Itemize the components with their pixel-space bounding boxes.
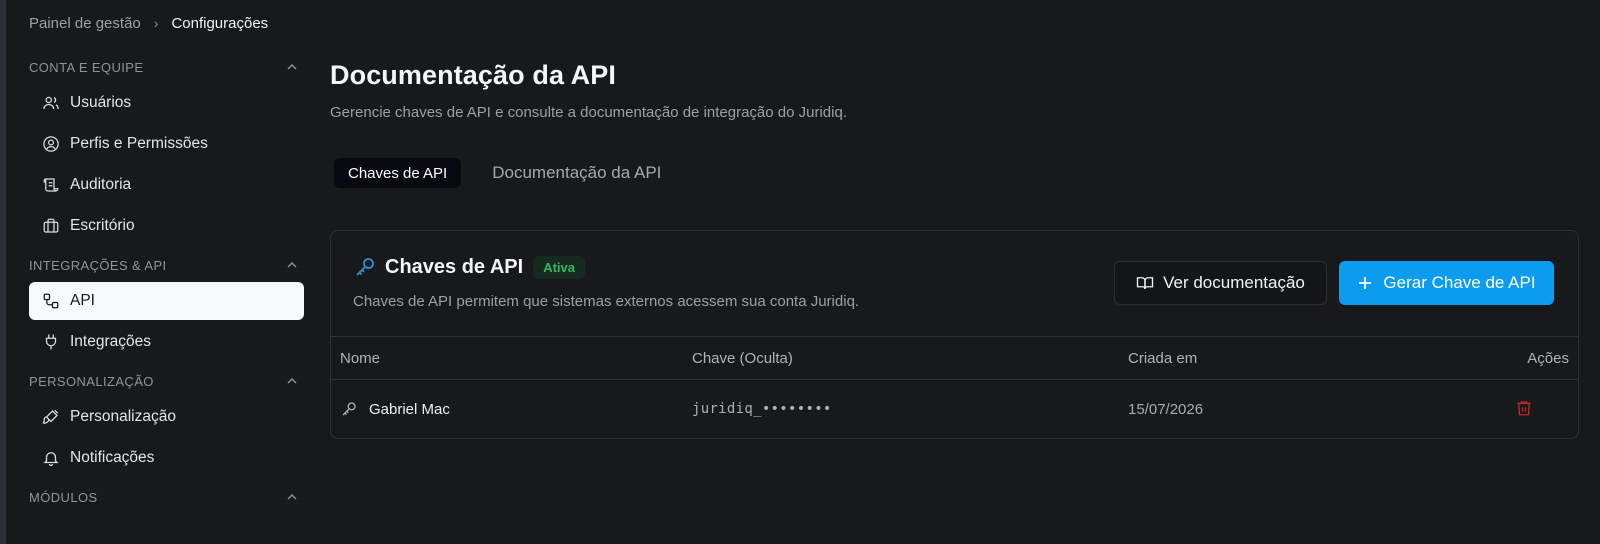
card-description: Chaves de API permitem que sistemas exte…: [353, 293, 860, 310]
sidebar-item-api[interactable]: API: [29, 282, 304, 320]
main-content: Documentação da API Gerencie chaves de A…: [330, 60, 1580, 439]
section-integracoes-api[interactable]: INTEGRAÇÕES & API: [29, 248, 304, 282]
sidebar-item-usuarios[interactable]: Usuários: [29, 84, 304, 122]
column-header-actions: Ações: [1527, 350, 1569, 367]
sidebar-item-perfis-e-permissoes[interactable]: Perfis e Permissões: [29, 125, 304, 163]
trash-icon: [1517, 401, 1531, 416]
sidebar-item-personalizacao[interactable]: Personalização: [29, 398, 304, 436]
sidebar-item-label: Perfis e Permissões: [70, 135, 208, 152]
book-open-icon: [1136, 277, 1154, 290]
bell-icon: [41, 448, 61, 468]
created-date: 15/07/2026: [1128, 401, 1204, 418]
sidebar-item-auditoria[interactable]: Auditoria: [29, 166, 304, 204]
users-icon: [41, 93, 61, 113]
button-label: Ver documentação: [1163, 273, 1305, 292]
sidebar-item-escritorio[interactable]: Escritório: [29, 207, 304, 245]
breadcrumb-parent[interactable]: Painel de gestão: [29, 15, 141, 32]
card-title: Chaves de API: [385, 255, 524, 278]
card-title-row: Chaves de API Ativa: [353, 255, 585, 279]
sidebar-item-label: Personalização: [70, 408, 176, 425]
sidebar-item-label: Integrações: [70, 333, 151, 350]
chevron-right-icon: ›: [153, 15, 159, 31]
masked-key: juridiq_••••••••: [692, 401, 832, 417]
chevron-up-icon[interactable]: [286, 491, 298, 503]
column-header-key: Chave (Oculta): [692, 350, 793, 367]
breadcrumb-current: Configurações: [171, 14, 269, 32]
sidebar-item-notificacoes[interactable]: Notificações: [29, 439, 304, 477]
section-title: MÓDULOS: [29, 489, 98, 505]
delete-button[interactable]: [1515, 399, 1533, 417]
chevron-up-icon[interactable]: [286, 61, 298, 73]
sidebar-item-label: API: [70, 292, 95, 309]
chevron-up-icon[interactable]: [286, 375, 298, 387]
chevron-up-icon[interactable]: [286, 259, 298, 271]
sidebar-item-label: Auditoria: [70, 176, 132, 193]
sidebar-item-label: Usuários: [70, 94, 132, 111]
settings-sidebar: CONTA E EQUIPE Usuários Perfis e Permiss…: [29, 50, 304, 514]
plus-icon: [1359, 277, 1372, 289]
column-header-created: Criada em: [1128, 350, 1198, 367]
table-header: Nome Chave (Oculta) Criada em Ações: [331, 337, 1578, 380]
view-documentation-button[interactable]: Ver documentação: [1114, 261, 1327, 305]
generate-api-key-button[interactable]: Gerar Chave de API: [1339, 261, 1554, 305]
key-icon: [353, 255, 377, 279]
scroll-icon: [41, 175, 61, 195]
status-badge: Ativa: [533, 255, 585, 279]
page-subtitle: Gerencie chaves de API e consulte a docu…: [330, 104, 847, 121]
column-header-name: Nome: [340, 350, 381, 367]
section-conta-e-equipe[interactable]: CONTA E EQUIPE: [29, 50, 304, 84]
tab-documentacao-da-api[interactable]: Documentação da API: [478, 158, 675, 188]
section-title: PERSONALIZAÇÃO: [29, 373, 154, 389]
breadcrumb: Painel de gestão › Configurações: [29, 14, 268, 32]
section-title: CONTA E EQUIPE: [29, 59, 144, 75]
user-circle-icon: [41, 134, 61, 154]
paintbrush-icon: [41, 407, 61, 427]
workflow-icon: [41, 291, 61, 311]
section-modulos[interactable]: MÓDULOS: [29, 480, 304, 514]
button-label: Gerar Chave de API: [1383, 273, 1536, 292]
key-name: Gabriel Mac: [369, 401, 450, 418]
key-icon: [340, 400, 358, 418]
sidebar-item-integracoes[interactable]: Integrações: [29, 323, 304, 361]
sidebar-item-label: Notificações: [70, 449, 155, 466]
api-keys-card: Chaves de API Ativa Chaves de API permit…: [330, 230, 1579, 439]
section-title: INTEGRAÇÕES & API: [29, 257, 167, 273]
section-personalizacao[interactable]: PERSONALIZAÇÃO: [29, 364, 304, 398]
briefcase-icon: [41, 216, 61, 236]
plug-icon: [41, 332, 61, 352]
tab-list: Chaves de API Documentação da API: [330, 157, 1580, 189]
sidebar-item-label: Escritório: [70, 217, 135, 234]
page-title: Documentação da API: [330, 60, 616, 90]
tab-chaves-de-api[interactable]: Chaves de API: [334, 158, 462, 188]
window-left-edge: [0, 0, 6, 544]
table-row: Gabriel Mac juridiq_•••••••• 15/07/2026: [331, 380, 1578, 439]
card-header: Chaves de API Ativa Chaves de API permit…: [331, 231, 1578, 337]
